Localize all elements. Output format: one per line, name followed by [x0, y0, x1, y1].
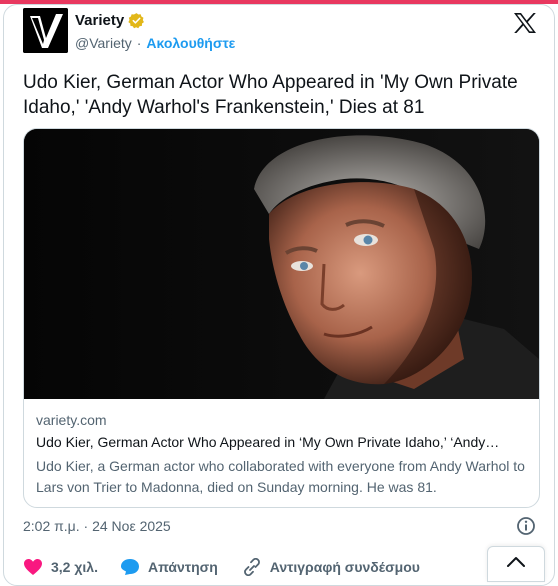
reply-button[interactable]: Απάντηση	[120, 558, 218, 576]
x-logo-icon[interactable]	[513, 12, 537, 34]
copy-link-button[interactable]: Αντιγραφή συνδέσμου	[242, 558, 420, 576]
reply-label: Απάντηση	[147, 559, 218, 575]
tweet-headline: Udo Kier, German Actor Who Appeared in '…	[23, 72, 518, 118]
scroll-to-top-button[interactable]	[487, 546, 545, 582]
like-button[interactable]: 3,2 χιλ.	[23, 558, 98, 576]
account-name[interactable]: Variety	[75, 12, 124, 29]
like-count: 3,2 χιλ.	[51, 559, 98, 575]
variety-avatar[interactable]	[23, 8, 68, 53]
account-handle[interactable]: @Variety	[75, 35, 132, 51]
chevron-up-icon	[507, 557, 525, 567]
reply-icon	[120, 559, 139, 575]
info-icon[interactable]	[516, 516, 536, 536]
verified-badge-icon	[128, 12, 145, 29]
separator-dot: ·	[136, 35, 142, 51]
copy-link-label: Αντιγραφή συνδέσμου	[269, 559, 420, 575]
link-domain: variety.com	[36, 412, 107, 428]
tweet-timestamp[interactable]: 2:02 π.μ. · 24 Νοε 2025	[23, 518, 171, 534]
tweet-actions: 3,2 χιλ. Απάντηση Αντιγραφή συνδέσμου	[23, 557, 420, 577]
heart-icon	[24, 559, 42, 575]
link-title[interactable]: Udo Kier, German Actor Who Appeared in ‘…	[36, 434, 531, 450]
follow-button[interactable]: Ακολουθήστε	[146, 35, 235, 51]
link-description: Udo Kier, a German actor who collaborate…	[36, 458, 525, 495]
link-icon	[243, 558, 260, 576]
article-photo[interactable]	[24, 129, 539, 399]
link-preview-card[interactable]: variety.com Udo Kier, German Actor Who A…	[23, 128, 540, 508]
